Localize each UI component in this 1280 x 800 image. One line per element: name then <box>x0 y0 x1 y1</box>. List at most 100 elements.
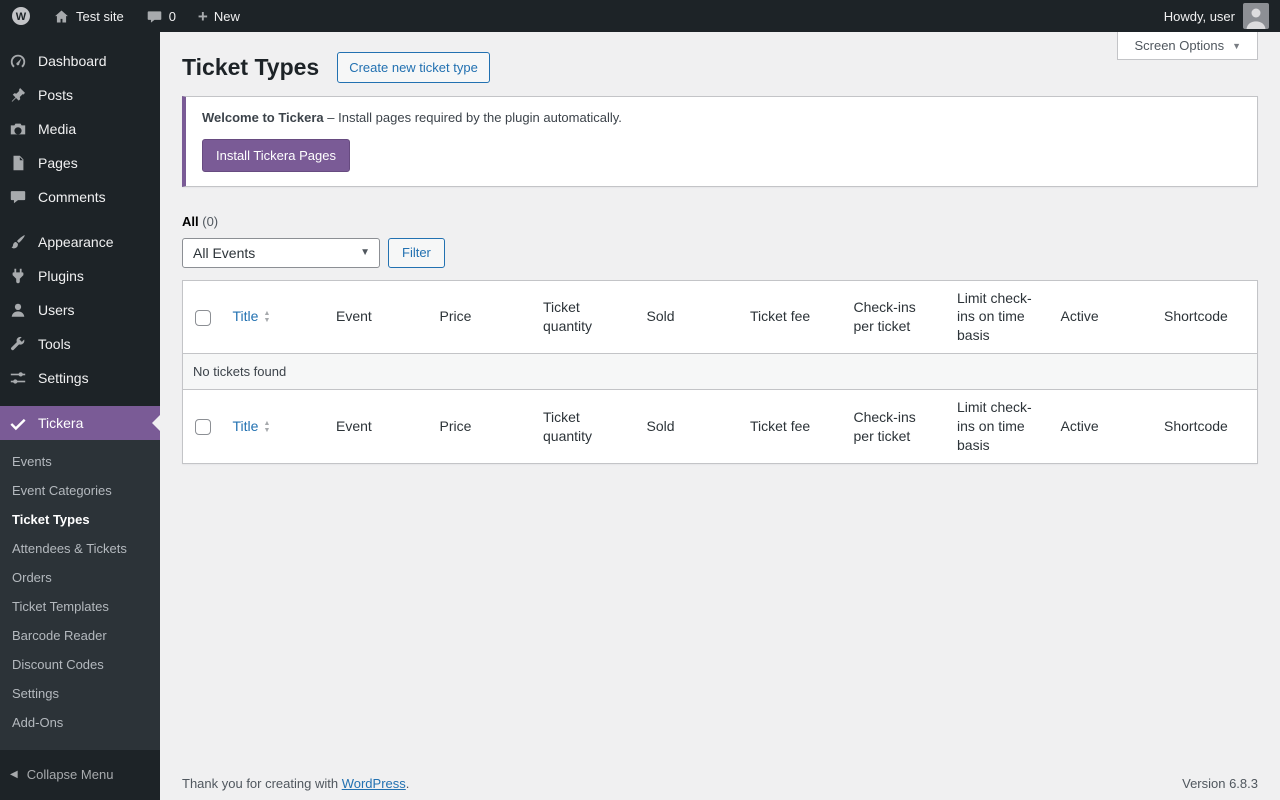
sidebar-item-media[interactable]: Media <box>0 112 160 146</box>
wordpress-link[interactable]: WordPress <box>342 776 406 791</box>
table-row: No tickets found <box>183 354 1258 390</box>
home-icon <box>53 8 70 25</box>
column-ticket-fee: Ticket fee <box>740 280 844 354</box>
submenu-item-barcode-reader[interactable]: Barcode Reader <box>0 621 160 650</box>
checkmark-icon <box>8 413 28 433</box>
sidebar-item-posts[interactable]: Posts <box>0 78 160 112</box>
submenu-item-attendees-tickets[interactable]: Attendees & Tickets <box>0 534 160 563</box>
menu-separator <box>0 395 160 406</box>
plug-icon <box>8 266 28 286</box>
column-shortcode: Shortcode <box>1154 280 1258 354</box>
sort-arrows-icon: ▲▼ <box>263 420 270 434</box>
events-filter-select[interactable]: All Events ▼ <box>182 238 380 268</box>
screen-options-toggle[interactable]: Screen Options ▼ <box>1117 32 1258 60</box>
my-account-menu[interactable]: Howdy, user <box>1153 0 1280 32</box>
collapse-menu-label: Collapse Menu <box>27 767 114 782</box>
filter-button[interactable]: Filter <box>388 238 445 268</box>
chevron-down-icon: ▼ <box>360 247 370 258</box>
column-event: Event <box>326 280 430 354</box>
howdy-label: Howdy, user <box>1164 9 1235 24</box>
screen-options-label: Screen Options <box>1134 38 1224 53</box>
footer-thanks-text: Thank you for creating with <box>182 776 338 791</box>
pushpin-icon <box>8 85 28 105</box>
events-filter-value: All Events <box>193 245 255 261</box>
install-tickera-pages-button[interactable]: Install Tickera Pages <box>202 139 350 172</box>
submenu-item-orders[interactable]: Orders <box>0 563 160 592</box>
submenu-item-add-ons[interactable]: Add-Ons <box>0 708 160 737</box>
column-limit-checkins: Limit check-ins on time basis <box>947 390 1051 464</box>
column-active: Active <box>1051 280 1155 354</box>
column-event: Event <box>326 390 430 464</box>
column-shortcode: Shortcode <box>1154 390 1258 464</box>
wordpress-logo-menu[interactable]: W <box>0 0 42 32</box>
select-all-checkbox-footer[interactable] <box>195 419 211 435</box>
column-title: Title <box>233 307 259 326</box>
submenu-item-ticket-types[interactable]: Ticket Types <box>0 505 160 534</box>
avatar <box>1243 3 1269 29</box>
submenu-item-event-categories[interactable]: Event Categories <box>0 476 160 505</box>
table-header-row: Title▲▼ Event Price Ticket quantity Sold… <box>183 280 1258 354</box>
comments-menu[interactable]: 0 <box>135 0 187 32</box>
sidebar-item-users[interactable]: Users <box>0 293 160 327</box>
collapse-menu-button[interactable]: ◀ Collapse Menu <box>0 759 160 790</box>
sidebar-item-label: Users <box>38 302 75 318</box>
camera-icon <box>8 119 28 139</box>
admin-bar-left: W Test site 0 + New <box>0 0 251 32</box>
column-checkins-per-ticket: Check-ins per ticket <box>844 390 948 464</box>
column-sold: Sold <box>637 280 741 354</box>
main-content: Screen Options ▼ Ticket Types Create new… <box>160 32 1280 800</box>
notice-title: Welcome to Tickera <box>202 110 324 125</box>
submenu-item-settings[interactable]: Settings <box>0 679 160 708</box>
ticket-types-table: Title ▲▼ Event Price Ticket quantity Sold… <box>182 280 1258 464</box>
sidebar-item-comments[interactable]: Comments <box>0 180 160 214</box>
sidebar-item-pages[interactable]: Pages <box>0 146 160 180</box>
document-icon <box>8 153 28 173</box>
table-nav: All Events ▼ Filter <box>182 238 1258 268</box>
column-price: Price <box>430 390 534 464</box>
submenu-item-events[interactable]: Events <box>0 447 160 476</box>
footer-thanks-period: . <box>406 776 410 791</box>
user-icon <box>8 300 28 320</box>
menu-separator <box>0 214 160 225</box>
sidebar-item-appearance[interactable]: Appearance <box>0 225 160 259</box>
sidebar-item-settings[interactable]: Settings <box>0 361 160 395</box>
tickera-submenu: Events Event Categories Ticket Types Att… <box>0 440 160 750</box>
site-name-menu[interactable]: Test site <box>42 0 135 32</box>
column-checkins-per-ticket: Check-ins per ticket <box>844 280 948 354</box>
sidebar-item-label: Tools <box>38 336 71 352</box>
sidebar-item-tickera[interactable]: Tickera <box>0 406 160 440</box>
page-title: Ticket Types <box>182 53 319 83</box>
sidebar-item-label: Settings <box>38 370 89 386</box>
sidebar-item-label: Appearance <box>38 234 114 250</box>
admin-menu: Dashboard Posts Media Pages Comments App… <box>0 32 160 800</box>
sort-title-link-footer[interactable]: Title ▲▼ <box>233 417 271 436</box>
sidebar-item-dashboard[interactable]: Dashboard <box>0 44 160 78</box>
create-ticket-type-button[interactable]: Create new ticket type <box>337 52 490 83</box>
new-label: New <box>214 9 240 24</box>
sort-title-link[interactable]: Title ▲▼ <box>233 307 271 326</box>
sidebar-item-label: Pages <box>38 155 78 171</box>
admin-bar-right: Howdy, user <box>1153 0 1280 32</box>
comments-count: 0 <box>169 9 176 24</box>
new-menu[interactable]: + New <box>187 0 251 32</box>
plus-icon: + <box>198 8 208 25</box>
submenu-item-discount-codes[interactable]: Discount Codes <box>0 650 160 679</box>
select-all-checkbox[interactable] <box>195 310 211 326</box>
footer-version: Version 6.8.3 <box>1182 776 1258 791</box>
footer-thanks: Thank you for creating with WordPress. <box>182 776 409 791</box>
notice-message: – Install pages required by the plugin a… <box>327 110 622 125</box>
column-ticket-quantity: Ticket quantity <box>533 280 637 354</box>
filter-all-link[interactable]: All (0) <box>182 214 218 229</box>
sort-arrows-icon: ▲▼ <box>263 310 270 324</box>
admin-bar: W Test site 0 + New Howdy, user <box>0 0 1280 32</box>
column-title: Title <box>233 417 259 436</box>
sidebar-item-plugins[interactable]: Plugins <box>0 259 160 293</box>
speech-bubble-icon <box>8 187 28 207</box>
filter-all-count: (0) <box>202 214 218 229</box>
chevron-down-icon: ▼ <box>1232 41 1241 51</box>
sidebar-item-label: Dashboard <box>38 53 107 69</box>
welcome-notice: Welcome to Tickera – Install pages requi… <box>182 96 1258 187</box>
empty-table-message: No tickets found <box>183 354 1258 390</box>
sidebar-item-tools[interactable]: Tools <box>0 327 160 361</box>
submenu-item-ticket-templates[interactable]: Ticket Templates <box>0 592 160 621</box>
